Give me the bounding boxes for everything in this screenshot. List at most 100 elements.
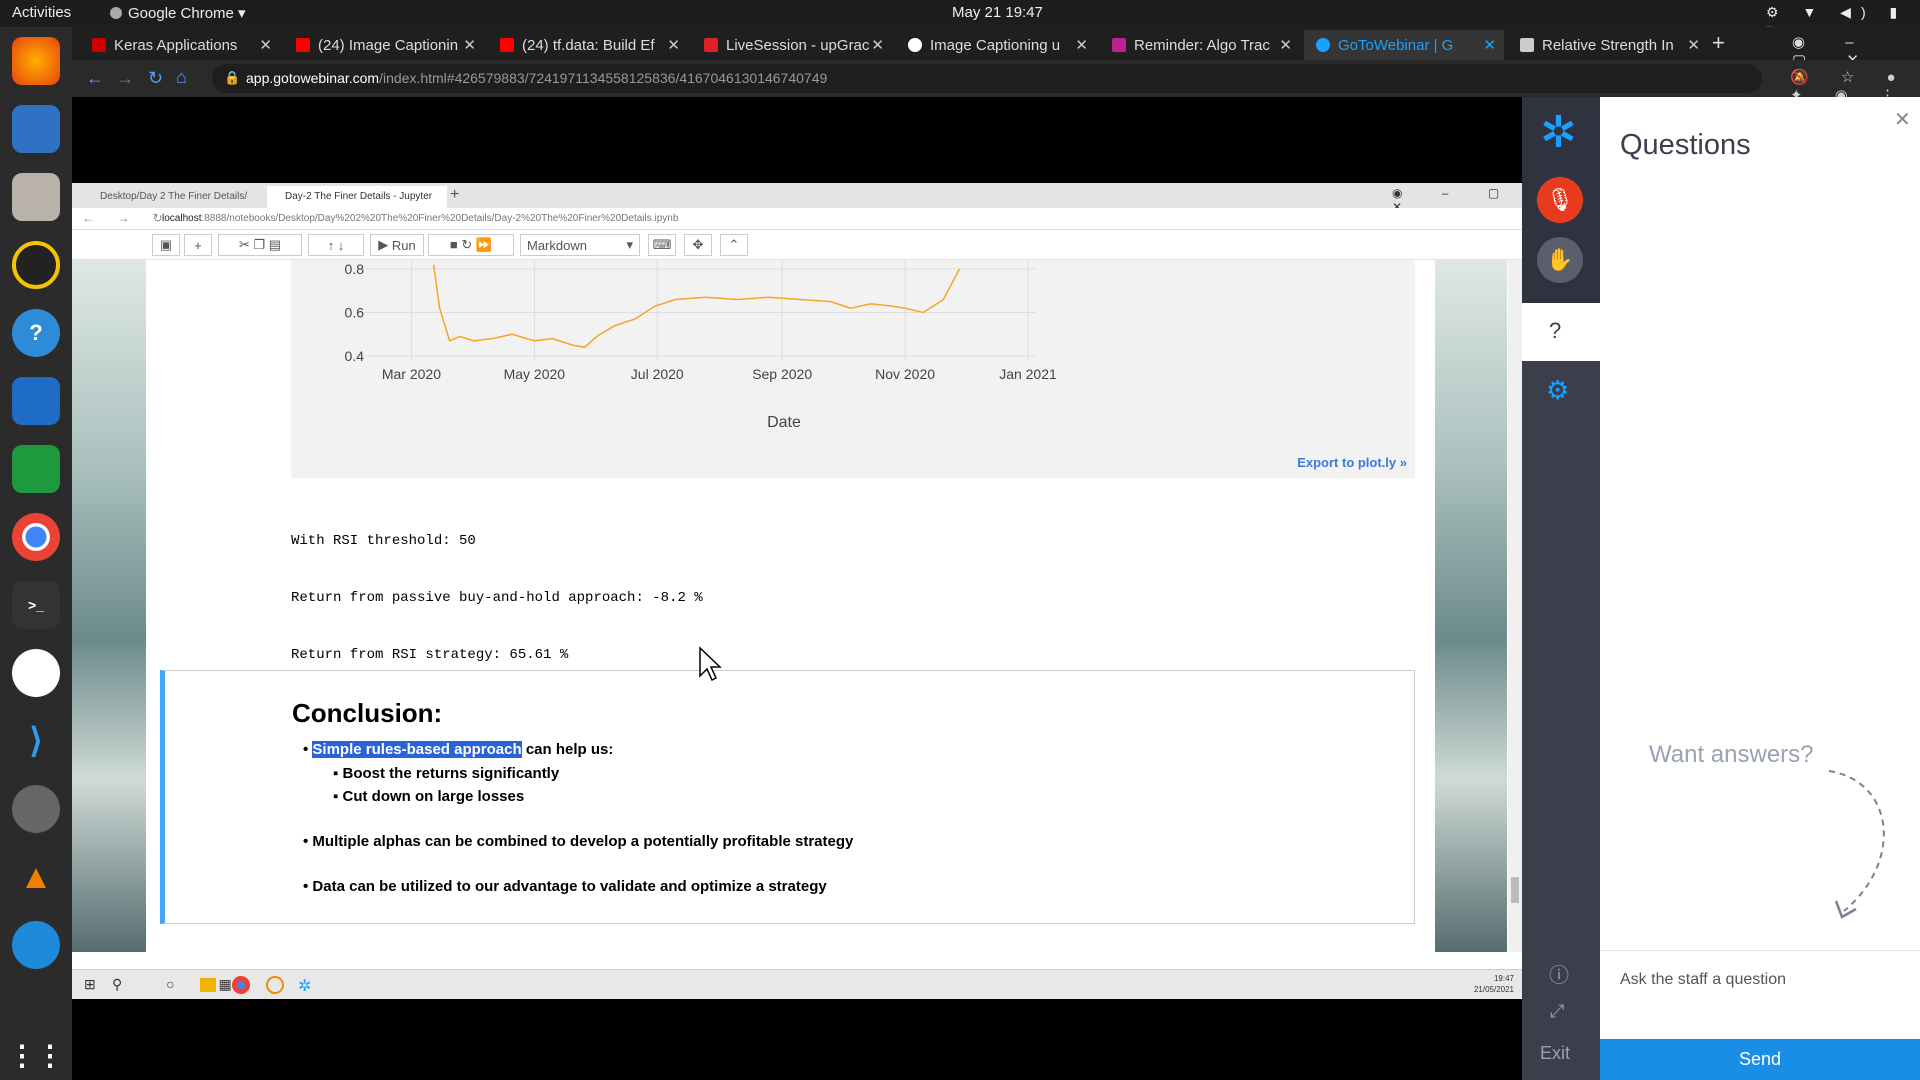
keyboard-icon[interactable]: ⌨ [648, 234, 676, 256]
help-icon[interactable]: ? [12, 309, 60, 357]
y-tick-label: 0.8 [345, 261, 365, 277]
x-tick-label: May 2020 [504, 366, 566, 382]
microphone-muted-icon[interactable]: 🎙 [1537, 177, 1583, 223]
chrome-dock-icon[interactable] [12, 513, 60, 561]
dock: ? >_ ⟩ ▲ ⋮⋮ [0, 27, 72, 1080]
tab-keras[interactable]: Keras Applications ✕ [80, 30, 280, 60]
home-icon[interactable]: ⌂ [176, 67, 187, 88]
youtube-icon [296, 38, 310, 52]
lock-icon[interactable]: 🔒 [224, 70, 240, 86]
windows-start-icon[interactable]: ⊞ [84, 976, 96, 993]
show-apps-icon[interactable]: ⋮⋮ [8, 1031, 64, 1079]
x-tick-label: Nov 2020 [875, 366, 935, 382]
teamviewer-icon[interactable] [12, 921, 60, 969]
url-text[interactable]: app.gotowebinar.com/index.html#426579883… [246, 70, 827, 86]
gotowebinar-rail: ✲ 🎙 ✋ ? ⚙ ⓘ ⤢ Exit [1522, 97, 1600, 1080]
collapse-icon[interactable]: ⌃ [720, 234, 748, 256]
inner-nav-icons[interactable]: ← → ↻ [82, 211, 173, 225]
question-input[interactable]: Ask the staff a question [1600, 950, 1920, 1035]
taskbar-clock[interactable]: 19:47 21/05/2021 [1474, 973, 1514, 995]
x-tick-label: Sep 2020 [752, 366, 812, 382]
rhythmbox-icon[interactable] [12, 241, 60, 289]
youtube-icon [500, 38, 514, 52]
tab-gmail[interactable]: Reminder: Algo Trac ✕ [1100, 30, 1300, 60]
scrollbar-thumb[interactable] [1511, 877, 1519, 903]
sub-bullet-2: ▪ Cut down on large losses [333, 788, 525, 805]
tab-medium[interactable]: Image Captioning u ✕ [896, 30, 1096, 60]
info-icon[interactable]: ⓘ [1549, 959, 1569, 988]
close-icon[interactable]: ✕ [667, 36, 680, 54]
close-icon[interactable]: ✕ [1687, 36, 1700, 54]
files-icon[interactable] [12, 173, 60, 221]
back-icon[interactable]: ← [86, 68, 104, 89]
firefox-icon[interactable] [12, 37, 60, 85]
gotowebinar-taskbar-icon[interactable]: ✲ [298, 976, 311, 996]
save-icon[interactable]: ▣ [152, 234, 180, 256]
close-icon[interactable]: ✕ [463, 36, 476, 54]
tab-label: Relative Strength In [1542, 36, 1674, 54]
thunderbird-icon[interactable] [12, 105, 60, 153]
tab-rsi[interactable]: Relative Strength In ✕ [1508, 30, 1708, 60]
omnibox[interactable]: 🔒 app.gotowebinar.com/index.html#4265798… [212, 64, 1762, 93]
close-icon[interactable]: ✕ [1483, 36, 1496, 54]
exit-button[interactable]: Exit [1540, 1043, 1570, 1064]
gear-icon[interactable]: ⚙ [1546, 375, 1569, 406]
export-plotly-link[interactable]: Export to plot.ly » [1297, 455, 1407, 470]
close-icon[interactable]: ✕ [1075, 36, 1088, 54]
explorer-icon[interactable] [200, 978, 216, 992]
highlighted-text[interactable]: Simple rules-based approach [312, 741, 522, 758]
system-clock[interactable]: May 21 19:47 [952, 4, 1043, 21]
reload-icon[interactable]: ↻ [148, 68, 163, 89]
vlc-icon[interactable]: ▲ [12, 853, 60, 901]
add-cell-icon[interactable]: + [184, 234, 212, 256]
tab-gotowebinar[interactable]: GoToWebinar | G ✕ [1304, 30, 1504, 60]
close-icon[interactable]: ✕ [1279, 36, 1292, 54]
expand-icon[interactable]: ⤢ [1550, 1001, 1564, 1022]
tab-youtube-2[interactable]: (24) tf.data: Build Ef ✕ [488, 30, 688, 60]
close-icon[interactable]: ✕ [259, 36, 272, 54]
bullet-3: • Data can be utilized to our advantage … [303, 878, 827, 895]
inner-tab-label: Desktop/Day 2 The Finer Details/ [100, 191, 248, 202]
inner-url[interactable]: localhost:8888/notebooks/Desktop/Day%202… [162, 213, 678, 224]
markdown-cell[interactable]: Conclusion: • Simple rules-based approac… [160, 670, 1415, 924]
sub-bullet-1-text: Boost the returns significantly [342, 765, 560, 782]
kernel-controls[interactable]: ■ ↻ ⏩ [428, 234, 514, 256]
tab-youtube-1[interactable]: (24) Image Captionin ✕ [284, 30, 484, 60]
crosshair-icon[interactable]: ✥ [684, 234, 712, 256]
new-tab-button[interactable]: + [1712, 30, 1725, 56]
send-button[interactable]: Send [1600, 1039, 1920, 1080]
cut-copy-paste-icons[interactable]: ✂ ❐ ▤ [218, 234, 302, 256]
calc-icon[interactable] [12, 445, 60, 493]
app-menu[interactable]: Google Chrome ▾ [110, 4, 246, 22]
app-menu-label: Google Chrome [128, 5, 234, 22]
cell-type-select[interactable]: Markdown ▾ [520, 234, 640, 256]
plot-svg: 0.4 0.6 0.8 Mar 2020 May 2020 Jul 2020 Sep 20… [345, 260, 1057, 431]
y-tick-label: 0.6 [345, 305, 365, 321]
close-panel-icon[interactable]: ✕ [1894, 107, 1911, 132]
inner-new-tab-button[interactable]: + [450, 186, 459, 204]
inner-tab-jupyter[interactable]: Day-2 The Finer Details - Jupyter [267, 186, 447, 208]
chrome-taskbar-icon[interactable] [232, 976, 250, 994]
rail-questions-tab[interactable]: ? [1522, 303, 1600, 361]
inner-tab-files[interactable]: Desktop/Day 2 The Finer Details/ [82, 186, 262, 208]
move-cell-icons[interactable]: ↑ ↓ [308, 234, 364, 256]
writer-icon[interactable] [12, 377, 60, 425]
slack-icon[interactable] [12, 649, 60, 697]
jupyter-taskbar-icon[interactable] [266, 976, 284, 994]
bullet-2-text: Multiple alphas can be combined to devel… [312, 833, 854, 850]
run-button[interactable]: ▶ Run [370, 234, 424, 256]
x-tick-label: Jan 2021 [999, 366, 1057, 382]
raise-hand-icon[interactable]: ✋ [1537, 237, 1583, 283]
terminal-icon[interactable]: >_ [12, 581, 60, 629]
scrollbar[interactable] [1508, 260, 1522, 952]
tab-label: Reminder: Algo Trac [1134, 36, 1270, 54]
forward-icon[interactable]: → [116, 68, 134, 89]
url-domain: app.gotowebinar.com [246, 70, 380, 86]
question-placeholder: Ask the staff a question [1620, 971, 1787, 988]
taskbar-search-icons[interactable]: ⚲ ○ ▦ [112, 976, 252, 993]
vscode-icon[interactable]: ⟩ [12, 717, 60, 765]
close-icon[interactable]: ✕ [871, 36, 884, 54]
activities-button[interactable]: Activities [12, 4, 71, 21]
tab-livesession[interactable]: LiveSession - upGrac ✕ [692, 30, 892, 60]
settings-icon[interactable] [12, 785, 60, 833]
